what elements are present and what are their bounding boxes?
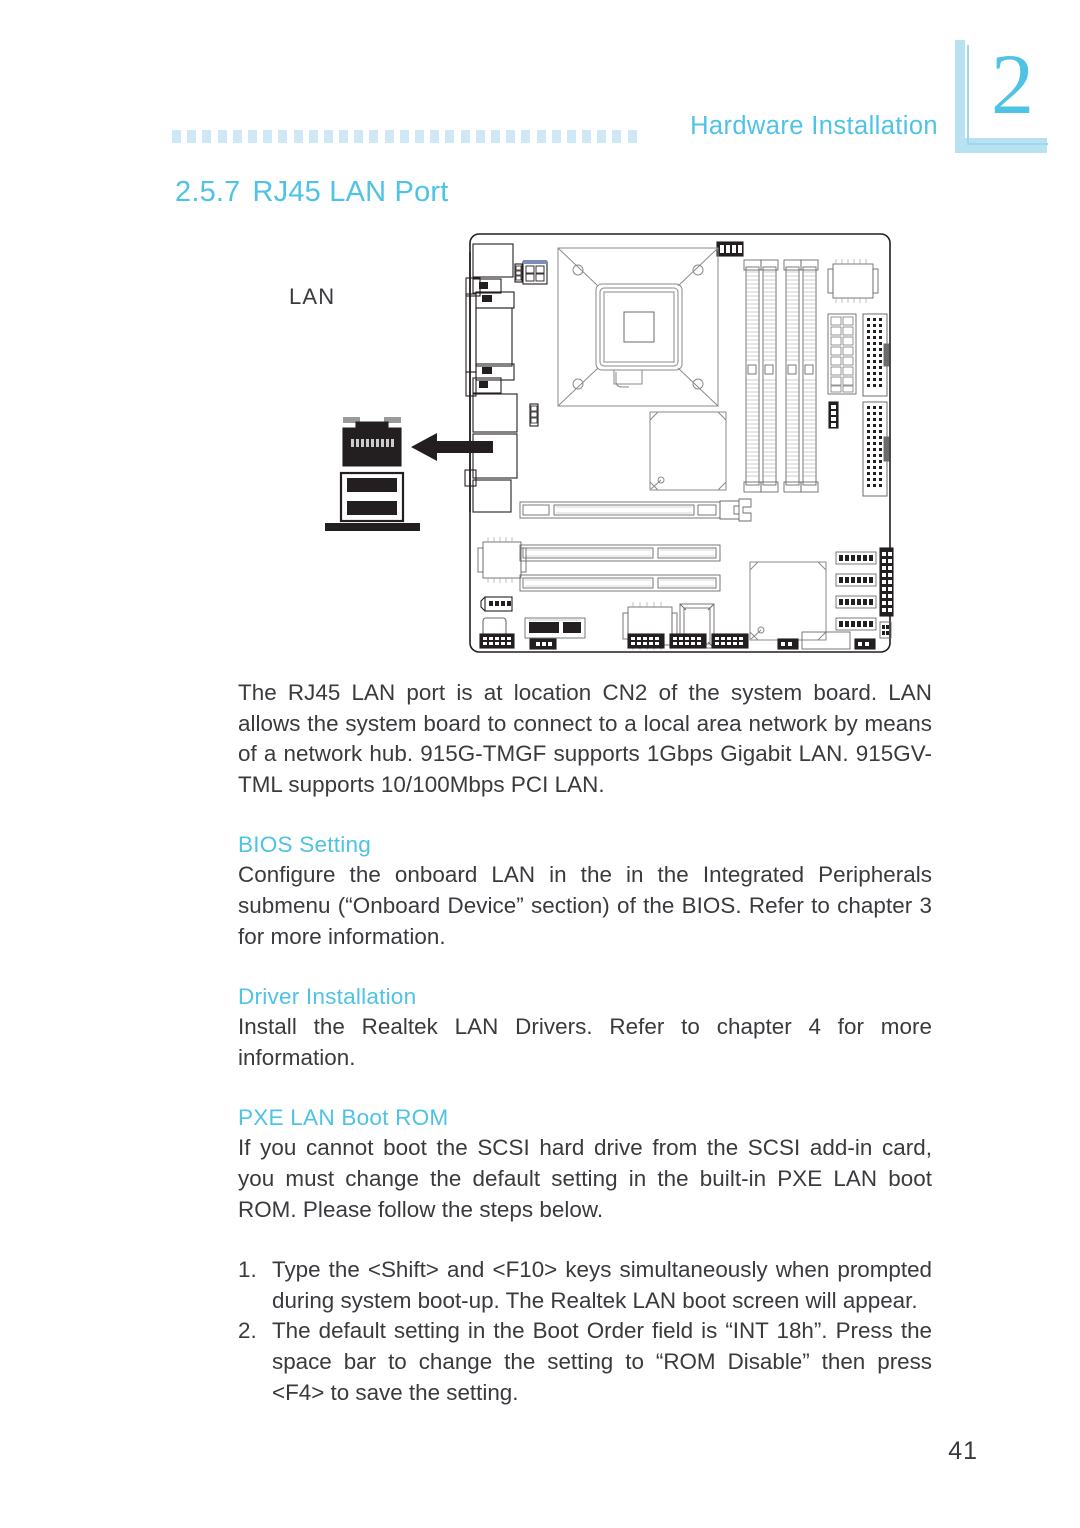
list-item: 1. Type the <Shift> and <F10> keys simul… — [238, 1255, 932, 1316]
chapter-marker: 2 — [955, 36, 1050, 153]
dimm-slots — [743, 259, 819, 493]
pcie-x16-slot — [519, 498, 752, 522]
chapter-bracket-vertical — [955, 40, 965, 153]
chapter-bracket-inner-horizontal — [967, 143, 1048, 145]
list-item-marker: 2. — [238, 1318, 257, 1344]
article-content: The RJ45 LAN port is at location CN2 of … — [238, 678, 932, 1408]
section-heading: 2.5.7 RJ45 LAN Port — [175, 176, 449, 209]
driver-installation-heading: Driver Installation — [238, 984, 417, 1010]
list-item-text: Type the <Shift> and <F10> keys simultan… — [272, 1257, 932, 1313]
system-board-figure: LAN — [280, 222, 900, 662]
list-item: 2. The default setting in the Boot Order… — [238, 1316, 932, 1408]
bios-setting-heading: BIOS Setting — [238, 832, 372, 858]
section-number: 2.5.7 — [175, 176, 241, 208]
pci-slots — [519, 544, 721, 592]
lan-callout-label: LAN — [289, 284, 336, 309]
page-header: Hardware Installation 2 — [0, 0, 1080, 165]
usb-pin-headers — [835, 551, 877, 631]
driver-installation-paragraph: Install the Realtek LAN Drivers. Refer t… — [238, 1014, 932, 1070]
pxe-lan-boot-rom-heading: PXE LAN Boot ROM — [238, 1105, 449, 1131]
chapter-number: 2 — [991, 36, 1034, 132]
rj45-lan-usb-stack-icon — [325, 417, 420, 531]
pxe-steps-list: 1. Type the <Shift> and <F10> keys simul… — [238, 1255, 932, 1408]
intro-paragraph: The RJ45 LAN port is at location CN2 of … — [238, 680, 932, 797]
pxe-lan-boot-rom-paragraph: If you cannot boot the SCSI hard drive f… — [238, 1135, 932, 1222]
dotted-square-rule-icon — [172, 130, 652, 143]
bios-setting-paragraph: Configure the onboard LAN in the in the … — [238, 862, 932, 949]
header-title: Hardware Installation — [690, 112, 938, 140]
list-item-text: The default setting in the Boot Order fi… — [272, 1318, 932, 1405]
left-arrow-icon — [411, 433, 493, 461]
system-board-diagram — [325, 233, 894, 653]
page-number: 41 — [948, 1437, 978, 1465]
chapter-bracket-inner-vertical — [967, 45, 969, 145]
section-title: RJ45 LAN Port — [252, 176, 449, 208]
list-item-marker: 1. — [238, 1257, 257, 1283]
